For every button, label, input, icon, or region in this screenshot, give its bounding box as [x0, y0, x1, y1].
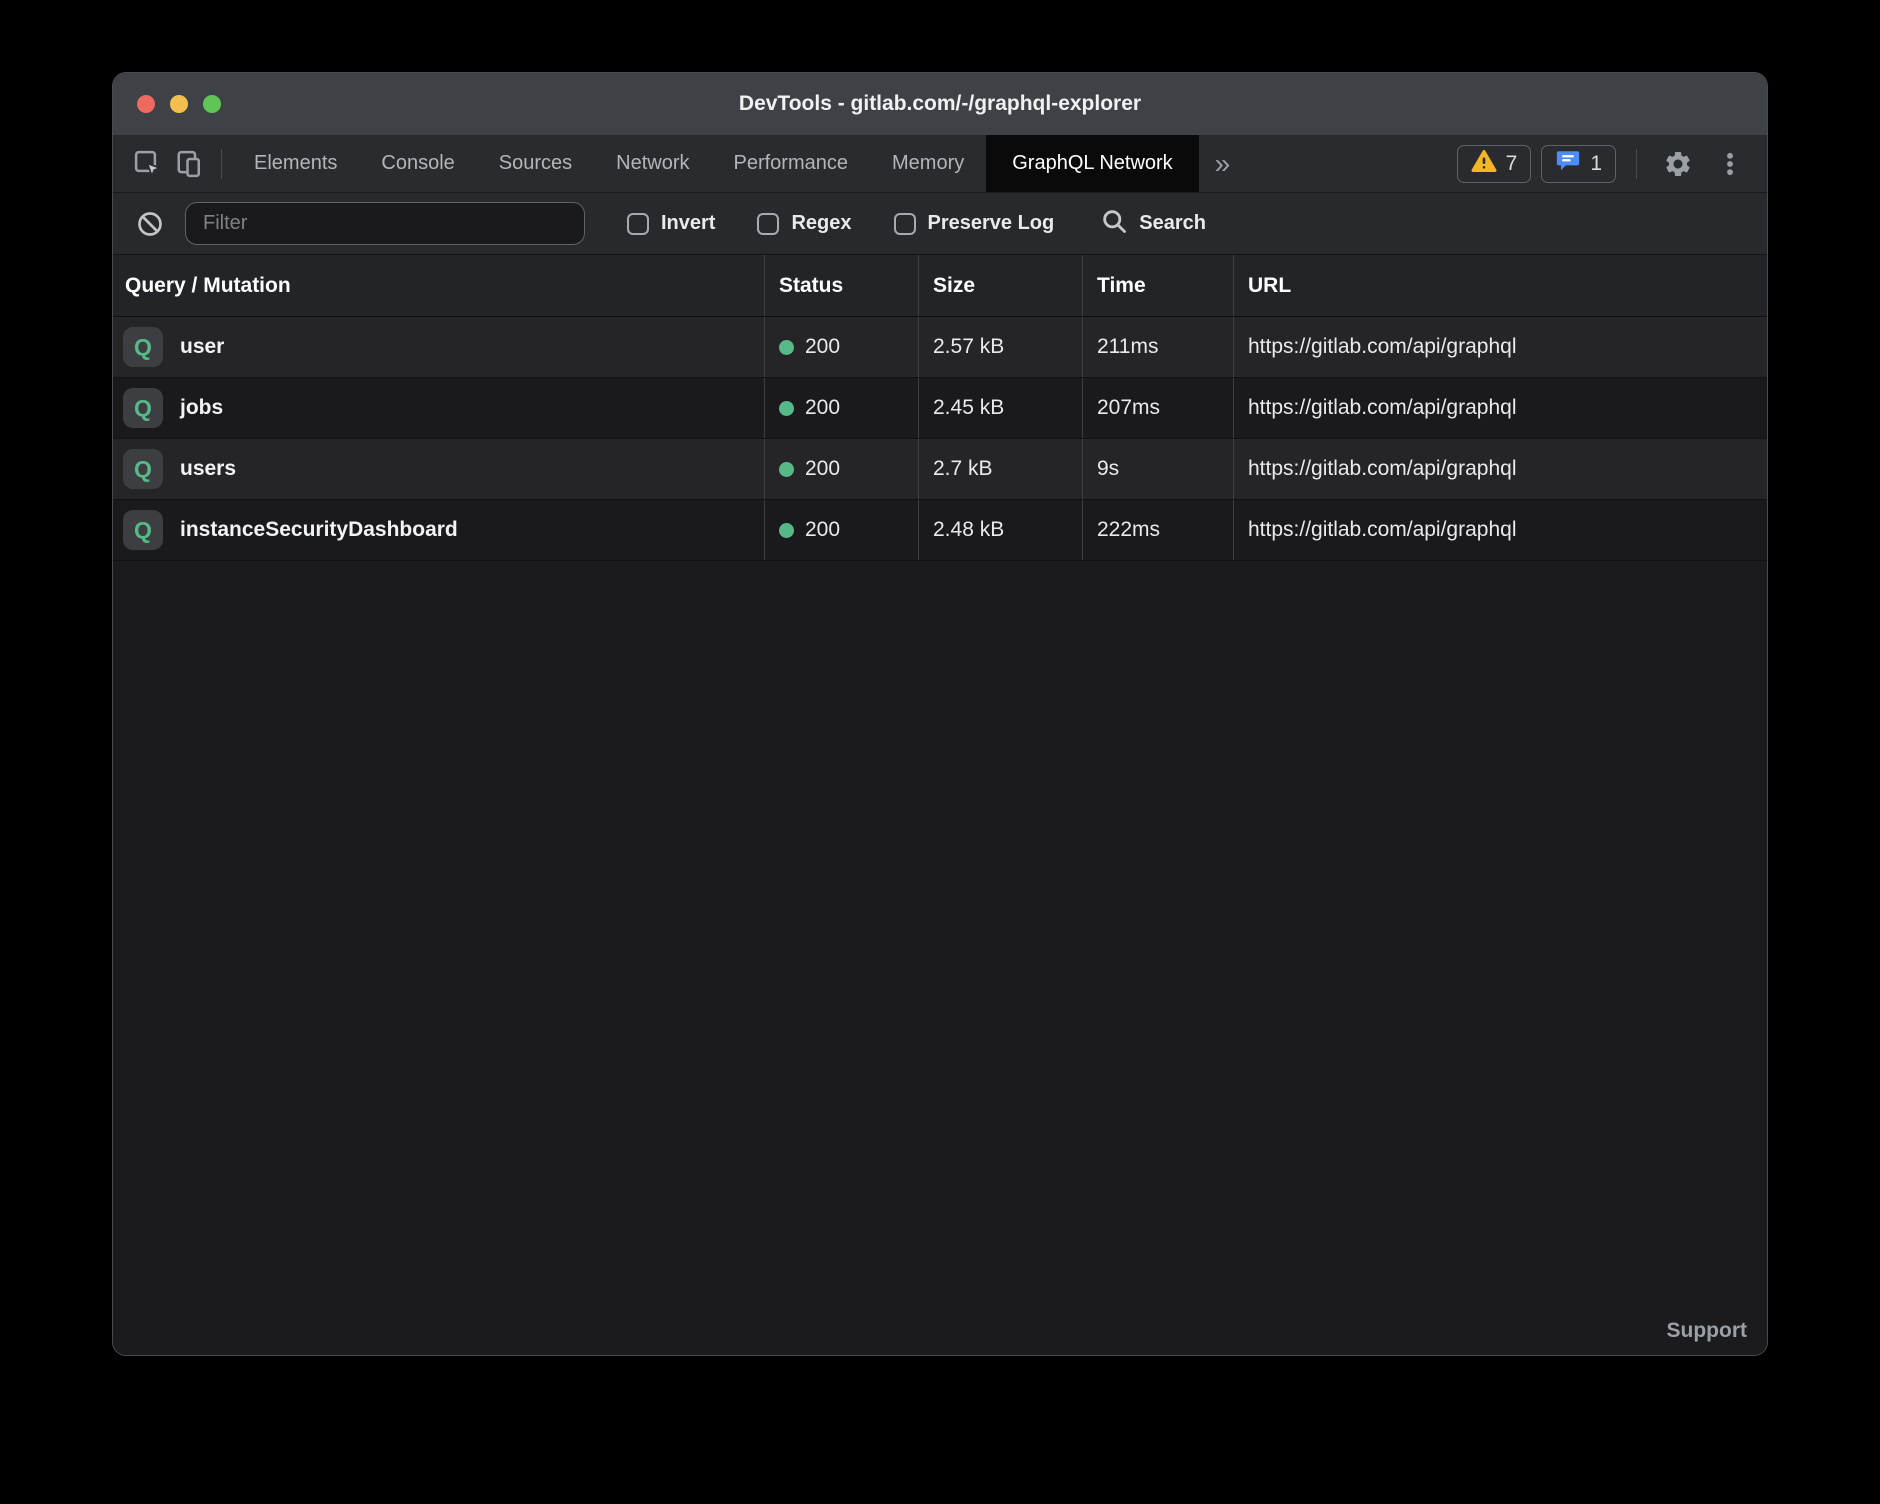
clear-network-log-icon[interactable]	[129, 203, 171, 245]
warnings-badge[interactable]: 7	[1457, 145, 1532, 183]
column-header-size[interactable]: Size	[918, 255, 1082, 316]
time-cell: 9s	[1082, 439, 1233, 499]
toolbar-divider	[1636, 149, 1637, 179]
tab-label: Console	[381, 152, 454, 175]
query-name: users	[180, 457, 236, 481]
status-ok-dot-icon	[779, 462, 794, 477]
status-code: 200	[805, 518, 840, 542]
tab-label: Network	[616, 152, 689, 175]
status-code: 200	[805, 396, 840, 420]
tab-label: GraphQL Network	[1012, 152, 1172, 175]
query-name: user	[180, 335, 224, 359]
table-row[interactable]: Q users 200 2.7 kB 9s https://gitlab.com…	[113, 439, 1767, 500]
inspect-element-icon[interactable]	[127, 143, 169, 185]
status-cell: 200	[764, 439, 918, 499]
query-type-badge: Q	[123, 388, 163, 428]
table-row[interactable]: Q instanceSecurityDashboard 200 2.48 kB …	[113, 500, 1767, 561]
device-toolbar-icon[interactable]	[169, 143, 211, 185]
column-header-time[interactable]: Time	[1082, 255, 1233, 316]
status-cell: 200	[764, 500, 918, 560]
query-type-badge: Q	[123, 449, 163, 489]
status-cell: 200	[764, 378, 918, 438]
search-label: Search	[1139, 212, 1206, 235]
issue-count: 1	[1590, 152, 1602, 176]
toolbar-right-cluster: 7 1	[1457, 143, 1767, 185]
toolbar-divider	[221, 149, 222, 179]
status-cell: 200	[764, 317, 918, 377]
support-link[interactable]: Support	[1667, 1319, 1747, 1343]
search-button[interactable]: Search	[1100, 207, 1206, 240]
table-row[interactable]: Q jobs 200 2.45 kB 207ms https://gitlab.…	[113, 378, 1767, 439]
tab-label: Elements	[254, 152, 337, 175]
time-cell: 211ms	[1082, 317, 1233, 377]
time-cell: 207ms	[1082, 378, 1233, 438]
issues-icon	[1555, 148, 1581, 180]
minimize-button[interactable]	[170, 95, 188, 113]
column-header-query-mutation[interactable]: Query / Mutation	[113, 255, 764, 316]
kebab-menu-icon[interactable]	[1709, 143, 1751, 185]
invert-checkbox[interactable]: Invert	[627, 212, 715, 235]
tab-label: Memory	[892, 152, 964, 175]
issues-badge[interactable]: 1	[1541, 145, 1616, 183]
close-button[interactable]	[137, 95, 155, 113]
query-cell: Q instanceSecurityDashboard	[113, 500, 764, 560]
filter-input[interactable]	[185, 202, 585, 245]
tab-memory[interactable]: Memory	[870, 135, 986, 192]
status-ok-dot-icon	[779, 340, 794, 355]
warning-icon	[1471, 149, 1497, 179]
tab-elements[interactable]: Elements	[232, 135, 359, 192]
settings-gear-icon[interactable]	[1657, 143, 1699, 185]
column-header-url[interactable]: URL	[1233, 255, 1767, 316]
tab-graphql-network[interactable]: GraphQL Network	[986, 135, 1198, 192]
query-cell: Q jobs	[113, 378, 764, 438]
checkbox-label: Preserve Log	[928, 212, 1055, 235]
table-empty-area: Support	[113, 561, 1767, 1355]
url-cell: https://gitlab.com/api/graphql	[1233, 500, 1767, 560]
window-title: DevTools - gitlab.com/-/graphql-explorer	[113, 92, 1767, 116]
checkbox[interactable]	[627, 213, 649, 235]
query-cell: Q users	[113, 439, 764, 499]
tab-bar: Elements Console Sources Network Perform…	[113, 135, 1767, 193]
tab-network[interactable]: Network	[594, 135, 711, 192]
filter-bar: Invert Regex Preserve Log Search	[113, 193, 1767, 255]
query-type-badge: Q	[123, 510, 163, 550]
size-cell: 2.45 kB	[918, 378, 1082, 438]
column-header-status[interactable]: Status	[764, 255, 918, 316]
status-ok-dot-icon	[779, 401, 794, 416]
table-row[interactable]: Q user 200 2.57 kB 211ms https://gitlab.…	[113, 317, 1767, 378]
size-cell: 2.48 kB	[918, 500, 1082, 560]
table-header: Query / Mutation Status Size Time URL	[113, 255, 1767, 317]
status-code: 200	[805, 335, 840, 359]
warning-count: 7	[1506, 152, 1518, 176]
search-icon	[1100, 207, 1128, 240]
zoom-button[interactable]	[203, 95, 221, 113]
query-cell: Q user	[113, 317, 764, 377]
tab-console[interactable]: Console	[359, 135, 476, 192]
url-cell: https://gitlab.com/api/graphql	[1233, 317, 1767, 377]
tab-performance[interactable]: Performance	[712, 135, 871, 192]
checkbox-label: Regex	[791, 212, 851, 235]
more-tabs-icon[interactable]: »	[1199, 150, 1247, 178]
tab-label: Sources	[499, 152, 572, 175]
checkbox[interactable]	[894, 213, 916, 235]
time-cell: 222ms	[1082, 500, 1233, 560]
devtools-window: DevTools - gitlab.com/-/graphql-explorer…	[112, 72, 1768, 1356]
regex-checkbox[interactable]: Regex	[757, 212, 851, 235]
checkbox[interactable]	[757, 213, 779, 235]
tab-label: Performance	[734, 152, 849, 175]
tab-sources[interactable]: Sources	[477, 135, 594, 192]
query-name: jobs	[180, 396, 223, 420]
size-cell: 2.57 kB	[918, 317, 1082, 377]
preserve-log-checkbox[interactable]: Preserve Log	[894, 212, 1055, 235]
titlebar: DevTools - gitlab.com/-/graphql-explorer	[113, 73, 1767, 135]
url-cell: https://gitlab.com/api/graphql	[1233, 439, 1767, 499]
window-controls	[137, 95, 221, 113]
status-code: 200	[805, 457, 840, 481]
checkbox-label: Invert	[661, 212, 715, 235]
query-type-badge: Q	[123, 327, 163, 367]
size-cell: 2.7 kB	[918, 439, 1082, 499]
url-cell: https://gitlab.com/api/graphql	[1233, 378, 1767, 438]
query-name: instanceSecurityDashboard	[180, 518, 458, 542]
status-ok-dot-icon	[779, 523, 794, 538]
